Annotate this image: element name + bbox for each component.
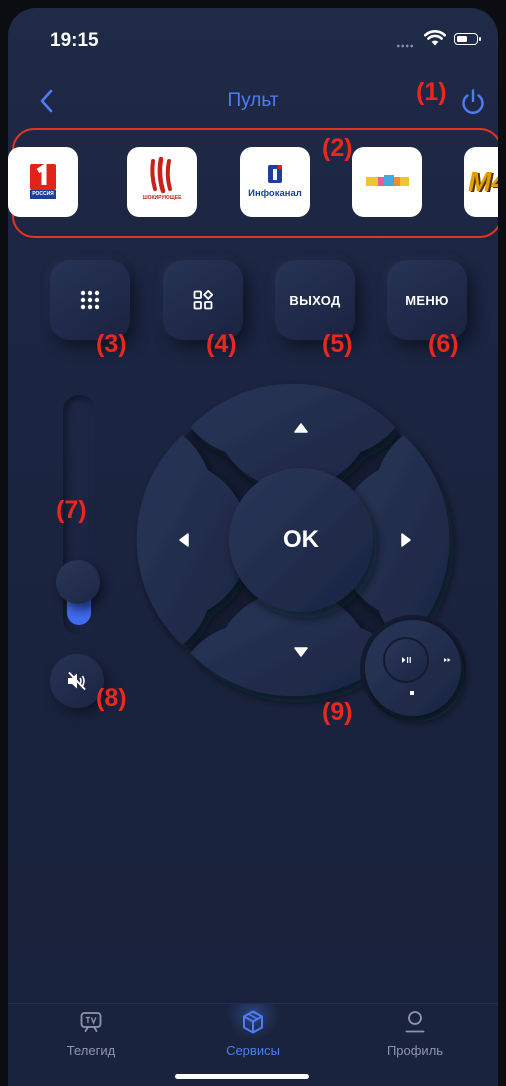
infokanal-logo	[268, 165, 282, 183]
channel-m4[interactable]: M4	[464, 147, 498, 217]
cube-icon	[243, 1010, 263, 1034]
tab-profil[interactable]: Профиль	[350, 1004, 480, 1074]
tab-telegid[interactable]: Телегид	[26, 1004, 156, 1074]
annotation-5: (5)	[322, 330, 353, 358]
keypad-button[interactable]	[50, 260, 130, 340]
menu-label: МЕНЮ	[405, 292, 449, 308]
apps-button[interactable]	[163, 260, 243, 340]
exit-button[interactable]: ВЫХОД	[275, 260, 355, 340]
channel-russia1[interactable]: РОССИЯ	[8, 147, 78, 217]
channel-shokiruyushchee[interactable]: ШОКИРУЮЩЕЕ	[127, 147, 197, 217]
keypad-grid-icon	[80, 290, 100, 310]
power-icon[interactable]	[458, 87, 488, 117]
channel-logo-text: РОССИЯ	[32, 191, 54, 197]
remote-screen: 19:15 Пульт (1) (2) РОССИЯ ШОКИРУЮЩЕЕ Ин…	[8, 8, 498, 1086]
profile-icon	[405, 1011, 425, 1033]
tab-servisy[interactable]: Сервисы	[188, 1004, 318, 1074]
tab-telegid-label: Телегид	[66, 1043, 116, 1058]
annotation-9: (9)	[322, 698, 353, 726]
channel-infokanal[interactable]: Инфоканал	[240, 147, 310, 217]
annotation-1: (1)	[416, 78, 447, 106]
tnt-logo	[366, 175, 409, 186]
channel-logo-text: M4	[468, 166, 498, 197]
russia1-logo	[30, 162, 56, 199]
tab-profil-label: Профиль	[386, 1043, 444, 1058]
ok-label: OK	[283, 526, 319, 553]
apps-icon	[193, 290, 213, 310]
mute-icon	[68, 671, 86, 691]
play-pause-button[interactable]	[383, 637, 429, 683]
tab-servisy-label: Сервисы	[226, 1043, 280, 1058]
annotation-8: (8)	[96, 684, 127, 712]
annotation-3: (3)	[96, 330, 127, 358]
menu-button[interactable]: МЕНЮ	[387, 260, 467, 340]
battery-icon	[454, 33, 481, 45]
volume-slider-handle[interactable]	[56, 560, 100, 604]
annotation-7: (7)	[56, 496, 87, 524]
annotation-6: (6)	[428, 330, 459, 358]
channel-logo-text: ШОКИРУЮЩЕЕ	[142, 195, 182, 201]
tv-icon	[80, 1012, 102, 1032]
status-bar: 19:15	[8, 8, 498, 64]
exit-label: ВЫХОД	[289, 292, 341, 308]
annotation-2: (2)	[322, 134, 353, 162]
annotation-4: (4)	[206, 330, 237, 358]
signal-icon	[396, 44, 414, 48]
wifi-icon	[424, 30, 446, 46]
channel-logo-text: Инфоканал	[248, 188, 302, 199]
status-time: 19:15	[50, 30, 99, 51]
claw-logo	[150, 156, 172, 194]
channel-tnt[interactable]	[352, 147, 422, 217]
home-indicator	[175, 1074, 309, 1079]
